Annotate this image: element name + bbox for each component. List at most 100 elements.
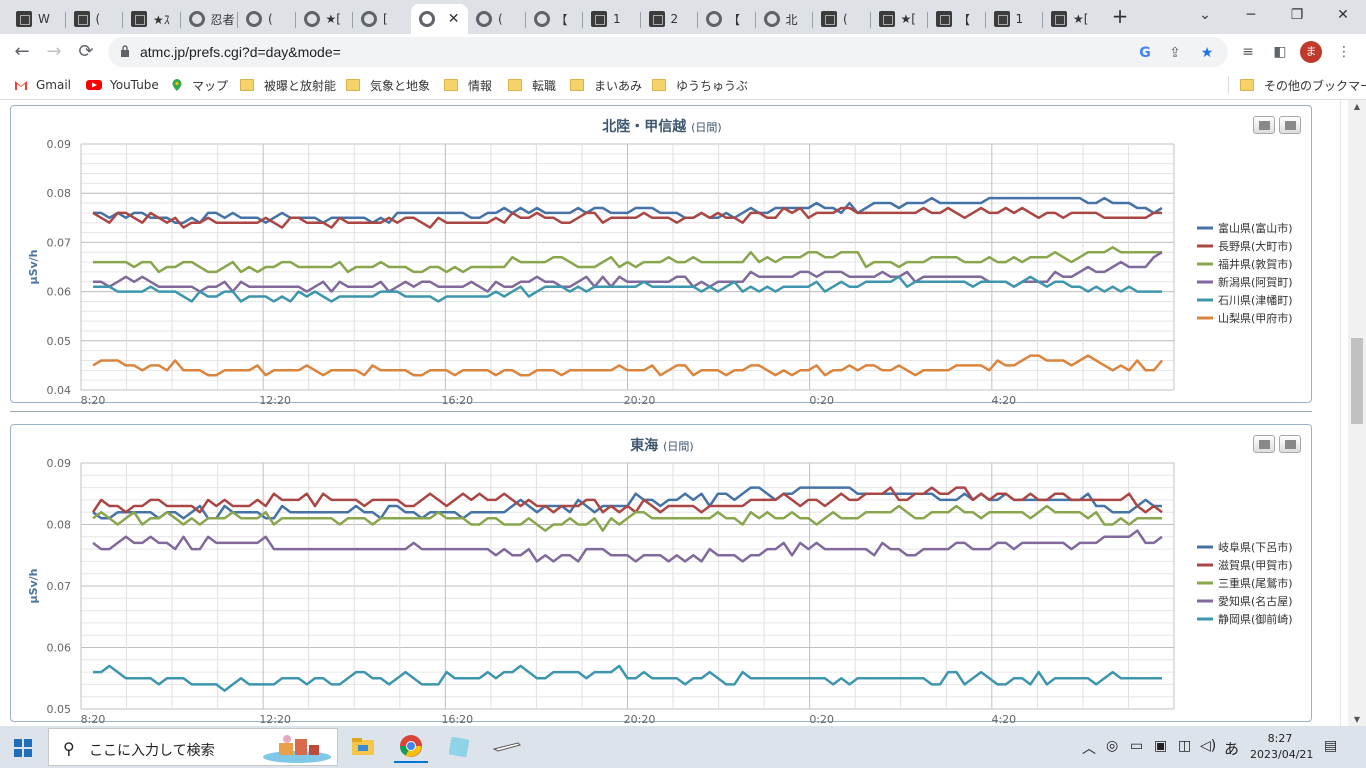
profile-avatar[interactable]: ま: [1300, 41, 1322, 63]
site-square-icon: [16, 11, 32, 27]
scrollbar-thumb[interactable]: [1351, 338, 1363, 424]
maps-pin-icon: [172, 79, 182, 91]
browser-tab[interactable]: 北: [756, 4, 813, 34]
y-axis-label: μSv/h: [27, 249, 40, 284]
volume-icon[interactable]: ◁): [1200, 738, 1216, 754]
reload-button[interactable]: ⟳: [74, 40, 98, 64]
back-button[interactable]: ←: [10, 40, 34, 64]
browser-tab[interactable]: 1: [986, 4, 1043, 34]
bookmark-maps[interactable]: マップ: [170, 77, 228, 93]
x-tick-label: 20:20: [624, 713, 656, 723]
site-square-icon: [936, 11, 952, 27]
scroll-up-icon[interactable]: ▲: [1352, 102, 1362, 111]
tab-label: [: [383, 12, 388, 26]
media-control-icon[interactable]: ≡: [1238, 42, 1258, 62]
x-tick-label: 0:20: [809, 394, 834, 404]
minimize-button[interactable]: ─: [1236, 4, 1266, 26]
bookmark-label: YouTube: [110, 78, 159, 92]
ime-indicator[interactable]: あ: [1224, 738, 1239, 759]
bookmark-folder-radiation[interactable]: 被曝と放射能: [240, 77, 336, 93]
airplane-app-icon[interactable]: [490, 731, 524, 763]
browser-tab[interactable]: (: [66, 4, 123, 34]
page-scrollbar[interactable]: ▲ ▼: [1348, 100, 1366, 726]
bookmark-youtube[interactable]: YouTube: [86, 77, 159, 93]
tab-label: ★ｽ: [153, 12, 170, 27]
close-tab-icon[interactable]: ✕: [448, 11, 460, 27]
browser-tab[interactable]: (: [468, 4, 525, 34]
notification-icon[interactable]: ▤: [1324, 738, 1337, 754]
bookmark-folder-info[interactable]: 情報: [444, 77, 492, 93]
scroll-down-icon[interactable]: ▼: [1352, 715, 1362, 724]
chrome-taskbar-icon[interactable]: [394, 731, 428, 763]
browser-tab[interactable]: 2: [641, 4, 698, 34]
bookmark-folder-youtube[interactable]: ゆうちゅうぶ: [652, 77, 748, 93]
tab-label: (: [843, 12, 848, 26]
camera-icon[interactable]: ◎: [1106, 738, 1118, 754]
forward-button[interactable]: →: [42, 40, 66, 64]
browser-tab[interactable]: ★[: [871, 4, 928, 34]
browser-tab[interactable]: ★[: [296, 4, 353, 34]
browser-tab[interactable]: 【: [698, 4, 755, 34]
browser-tab[interactable]: ★ｽ: [123, 4, 180, 34]
bookmark-gmail[interactable]: Gmail: [14, 77, 71, 93]
browser-tab[interactable]: ✕: [410, 4, 468, 34]
show-hidden-icons-icon[interactable]: ︿: [1082, 738, 1096, 758]
network-icon[interactable]: ▭: [1130, 738, 1143, 754]
restore-button[interactable]: ❐: [1282, 4, 1312, 26]
bookmark-folder-maiami[interactable]: まいあみ: [570, 77, 642, 93]
windows-start-icon[interactable]: [14, 739, 32, 757]
browser-tab[interactable]: 【: [526, 4, 583, 34]
url-text[interactable]: atmc.jp/prefs.cgi?d=day&mode=: [140, 44, 341, 60]
tab-label: 1: [613, 12, 621, 26]
tab-label: ★[: [900, 12, 916, 26]
browser-tab[interactable]: W: [8, 4, 65, 34]
taskbar-search-box[interactable]: ⚲ ここに入力して検索: [48, 728, 338, 766]
site-square-icon: [73, 11, 90, 27]
window-close-button[interactable]: ✕: [1328, 4, 1358, 26]
browser-tab[interactable]: 忍者: [181, 4, 238, 34]
monitor-icon[interactable]: ▣: [1154, 738, 1167, 754]
address-bar[interactable]: atmc.jp/prefs.cgi?d=day&mode= G ⇪ ★: [108, 37, 1228, 67]
google-lens-icon[interactable]: G: [1136, 44, 1154, 62]
bookmark-other[interactable]: その他のブックマーク: [1240, 77, 1366, 93]
bookmark-label: 転職: [532, 78, 557, 93]
bookmark-folder-job[interactable]: 転職: [508, 77, 556, 93]
folder-icon: [570, 79, 584, 91]
globe-icon: [533, 11, 550, 27]
x-tick-label: 0:20: [809, 713, 834, 723]
bookmark-label: 情報: [468, 78, 493, 93]
y-tick-label: 0.05: [47, 703, 72, 716]
page-content: 北陸・甲信越 (日間) 0.09 0.08 0.07 0.06 0.05 0.04 8:20…: [0, 100, 1348, 726]
browser-tab[interactable]: (: [813, 4, 870, 34]
x-tick-label: 4:20: [991, 394, 1016, 404]
x-tick-label: 8:20: [81, 713, 106, 723]
folder-icon: [346, 79, 360, 91]
tab-label: W: [38, 12, 50, 26]
tab-label: (: [498, 12, 503, 26]
bookmark-folder-weather[interactable]: 気象と地象: [346, 77, 430, 93]
y-tick-label: 0.09: [47, 457, 72, 470]
legend-label: 岐阜県(下呂市): [1218, 540, 1293, 554]
site-square-icon: [131, 11, 147, 27]
taskbar-clock[interactable]: 8:27 2023/04/21: [1250, 731, 1314, 763]
browser-tab[interactable]: 【: [928, 4, 985, 34]
menu-icon[interactable]: ⋮: [1334, 42, 1354, 62]
browser-tab[interactable]: [: [353, 4, 410, 34]
legend-label: 新潟県(阿賀町): [1218, 275, 1293, 289]
browser-tab[interactable]: ★[: [1043, 4, 1100, 34]
side-panel-icon[interactable]: ◧: [1270, 42, 1290, 62]
bookmark-label: 被曝と放射能: [264, 78, 337, 93]
browser-toolbar: ← → ⟳ atmc.jp/prefs.cgi?d=day&mode= G ⇪ …: [0, 34, 1366, 70]
wifi-icon[interactable]: ◫: [1178, 738, 1191, 754]
clock-date: 2023/04/21: [1250, 748, 1314, 761]
y-tick-label: 0.07: [47, 236, 72, 249]
new-tab-button[interactable]: +: [1110, 6, 1130, 26]
bookmark-star-icon[interactable]: ★: [1198, 44, 1216, 62]
notes-app-icon[interactable]: [442, 731, 476, 763]
tab-search-icon[interactable]: ⌄: [1190, 4, 1220, 26]
browser-tab[interactable]: (: [238, 4, 295, 34]
lock-icon[interactable]: [120, 45, 130, 57]
share-icon[interactable]: ⇪: [1166, 44, 1184, 62]
file-explorer-icon[interactable]: [346, 731, 380, 763]
browser-tab[interactable]: 1: [583, 4, 640, 34]
